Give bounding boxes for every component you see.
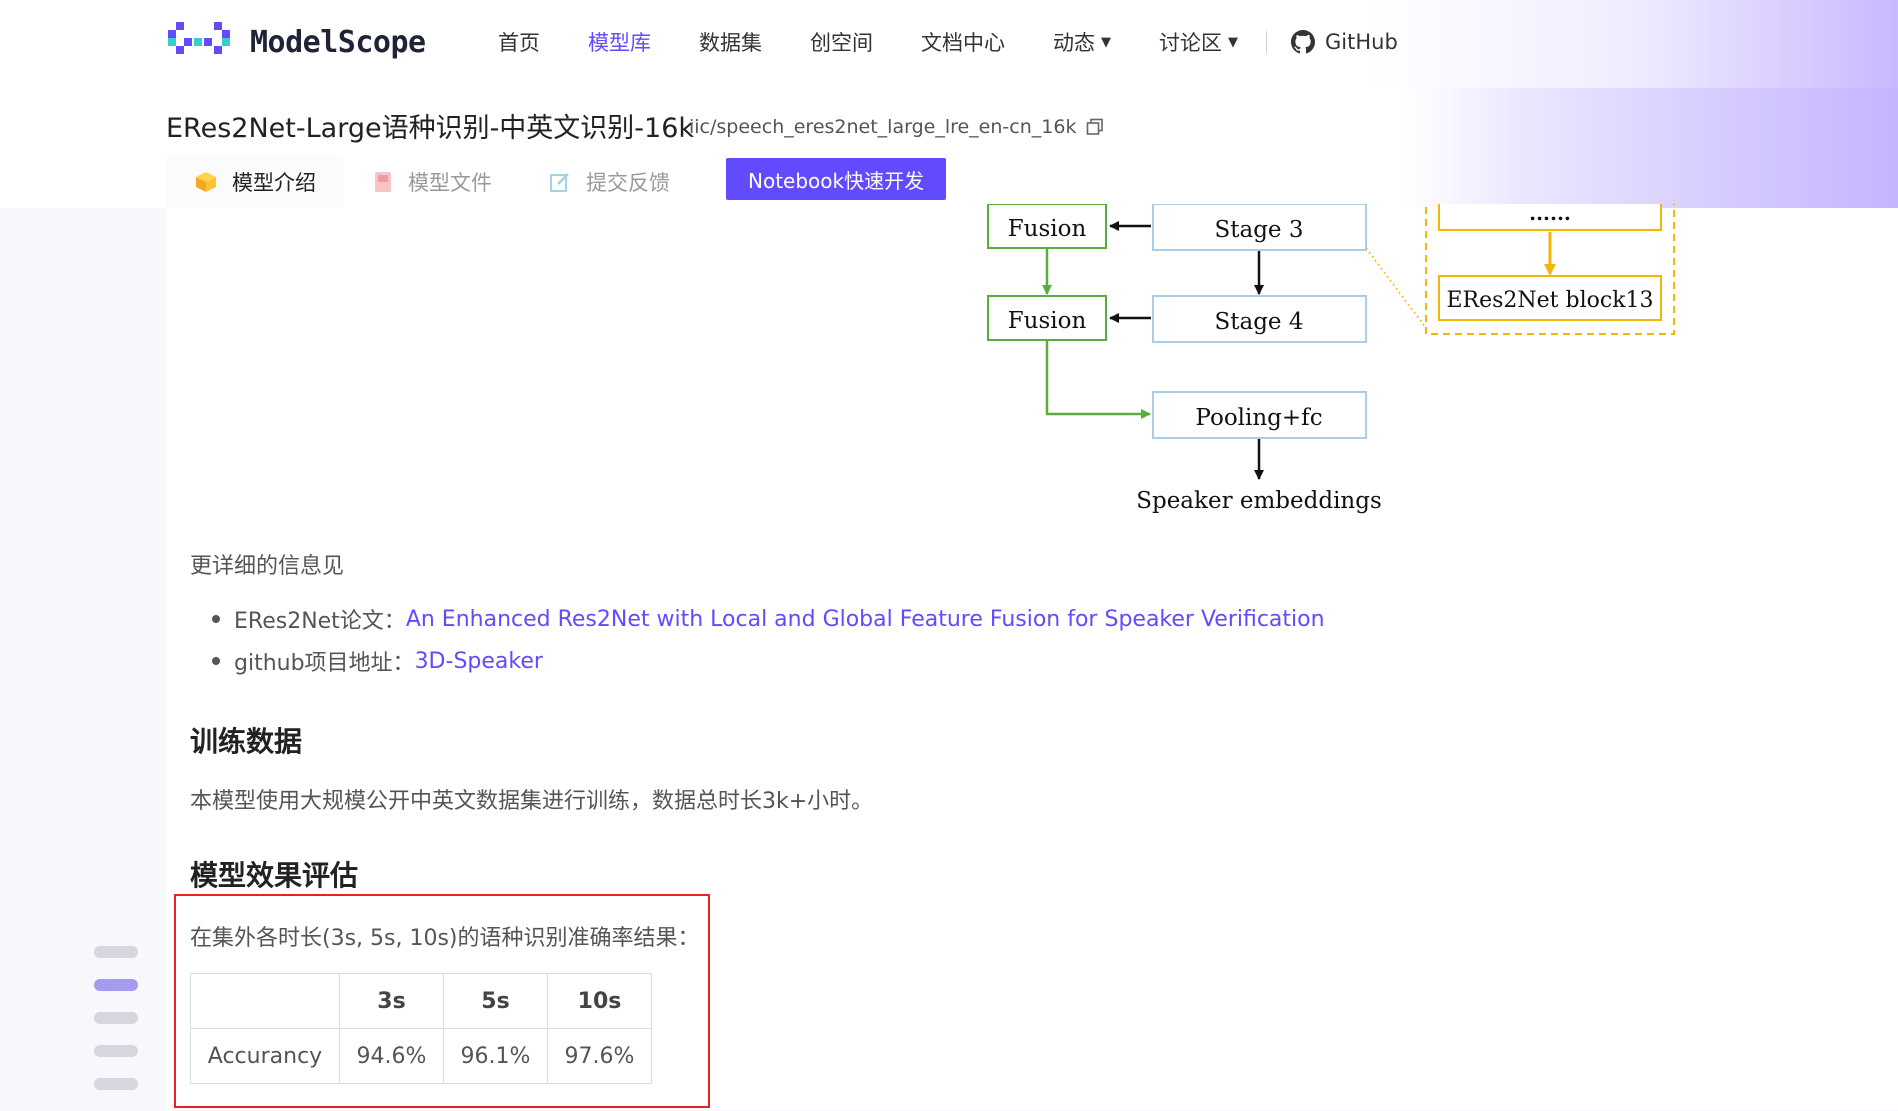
section-nav-item[interactable] <box>94 946 138 958</box>
nav-models[interactable]: 模型库 <box>588 27 651 57</box>
pooling-label: Pooling+fc <box>1195 405 1322 431</box>
nav-docs[interactable]: 文档中心 <box>921 27 1005 57</box>
dots-label: ...... <box>1529 204 1571 225</box>
table-cell: 94.6% <box>339 1028 444 1084</box>
accuracy-table: 3s 5s 10s Accurancy 94.6% 96.1% 97.6% <box>190 973 652 1084</box>
section-nav-item[interactable] <box>94 1045 138 1057</box>
cube-icon <box>196 172 216 192</box>
section-navigator <box>94 946 138 1111</box>
embeddings-label: Speaker embeddings <box>1136 488 1382 514</box>
stage4-label: Stage 4 <box>1215 309 1304 335</box>
evaluation-description: 在集外各时长(3s, 5s, 10s)的语种识别准确率结果： <box>190 926 700 951</box>
tab-model-files-label: 模型文件 <box>408 171 492 195</box>
table-header-cell: 5s <box>443 973 548 1029</box>
model-path: iic/speech_eres2net_large_lre_en-cn_16k <box>689 116 1104 138</box>
stage3-label: Stage 3 <box>1215 217 1304 243</box>
table-row: Accurancy 94.6% 96.1% 97.6% <box>190 1028 652 1084</box>
table-row-label: Accurancy <box>190 1028 340 1084</box>
file-icon <box>375 172 391 192</box>
dotted-connector <box>1365 247 1427 329</box>
feedback-icon <box>550 173 569 192</box>
evaluation-heading: 模型效果评估 <box>190 859 359 892</box>
tab-model-files[interactable]: 模型文件 <box>344 156 520 208</box>
nav-updates[interactable]: 动态 ▼ <box>1053 27 1111 57</box>
logo-text: ModelScope <box>250 24 426 60</box>
github-label: GitHub <box>1325 30 1398 54</box>
nav-updates-label: 动态 <box>1053 31 1095 55</box>
table-header-cell: 3s <box>339 973 444 1029</box>
nav-github[interactable]: GitHub <box>1291 30 1398 54</box>
nav-divider <box>1266 31 1267 53</box>
table-cell: 96.1% <box>443 1028 548 1084</box>
caret-down-icon: ▼ <box>1228 34 1238 50</box>
caret-down-icon: ▼ <box>1101 34 1111 50</box>
model-title: ERes2Net-Large语种识别-中英文识别-16k <box>166 113 695 144</box>
table-cell: 97.6% <box>547 1028 652 1084</box>
training-data-heading: 训练数据 <box>190 725 303 758</box>
table-header-cell: 10s <box>547 973 652 1029</box>
notebook-button[interactable]: Notebook快速开发 <box>726 158 947 200</box>
model-path-text: iic/speech_eres2net_large_lre_en-cn_16k <box>689 116 1077 138</box>
ref-prefix: github项目地址： <box>234 651 415 676</box>
list-item: ERes2Net论文： An Enhanced Res2Net with Loc… <box>190 598 1325 640</box>
block13-label: ERes2Net block13 <box>1446 288 1653 313</box>
arrow-fusion2-to-pooling <box>1045 341 1151 419</box>
reference-list: ERes2Net论文： An Enhanced Res2Net with Loc… <box>190 598 1325 682</box>
tab-model-intro-label: 模型介绍 <box>232 171 316 195</box>
nav-home[interactable]: 首页 <box>498 27 540 57</box>
github-project-link[interactable]: 3D-Speaker <box>415 649 543 674</box>
tab-feedback[interactable]: 提交反馈 <box>520 156 698 208</box>
list-item: github项目地址： 3D-Speaker <box>190 640 1325 682</box>
nav-studios[interactable]: 创空间 <box>810 27 873 57</box>
training-data-text: 本模型使用大规模公开中英文数据集进行训练，数据总时长3k+小时。 <box>190 789 874 814</box>
copy-icon[interactable] <box>1086 118 1104 136</box>
content-area: Fusion Stage 3 Fusion Stage 4 Pooling+fc… <box>166 204 1898 1110</box>
table-header-cell <box>190 973 340 1029</box>
modelscope-logo[interactable]: ModelScope <box>168 20 426 64</box>
nav-datasets[interactable]: 数据集 <box>699 27 762 57</box>
fusion-label-2: Fusion <box>1008 308 1087 334</box>
section-nav-item[interactable] <box>94 1012 138 1024</box>
architecture-diagram: Fusion Stage 3 Fusion Stage 4 Pooling+fc… <box>987 204 1675 514</box>
bullet-dot <box>212 657 220 665</box>
nav-forum[interactable]: 讨论区 ▼ <box>1159 27 1238 57</box>
paper-link[interactable]: An Enhanced Res2Net with Local and Globa… <box>406 607 1325 632</box>
tab-feedback-label: 提交反馈 <box>586 171 670 195</box>
github-icon <box>1291 30 1315 54</box>
fusion-label-1: Fusion <box>1008 216 1087 242</box>
table-header-row: 3s 5s 10s <box>190 973 652 1029</box>
tab-model-intro[interactable]: 模型介绍 <box>166 156 344 208</box>
model-title-bar: ERes2Net-Large语种识别-中英文识别-16k iic/speech_… <box>0 88 1898 208</box>
modelscope-logo-icon <box>168 22 230 54</box>
top-header: ModelScope 首页 模型库 数据集 创空间 文档中心 动态 ▼ 讨论区 … <box>0 0 1898 89</box>
main-nav: 首页 模型库 数据集 创空间 文档中心 动态 ▼ 讨论区 ▼ GitHub <box>498 24 1446 60</box>
nav-forum-label: 讨论区 <box>1159 31 1222 55</box>
model-tabs: 模型介绍 模型文件 提交反馈 Notebook快速开发 <box>166 154 947 208</box>
section-nav-item-active[interactable] <box>94 979 138 991</box>
info-line: 更详细的信息见 <box>190 554 345 579</box>
ref-prefix: ERes2Net论文： <box>234 609 406 634</box>
section-nav-item[interactable] <box>94 1078 138 1090</box>
bullet-dot <box>212 615 220 623</box>
